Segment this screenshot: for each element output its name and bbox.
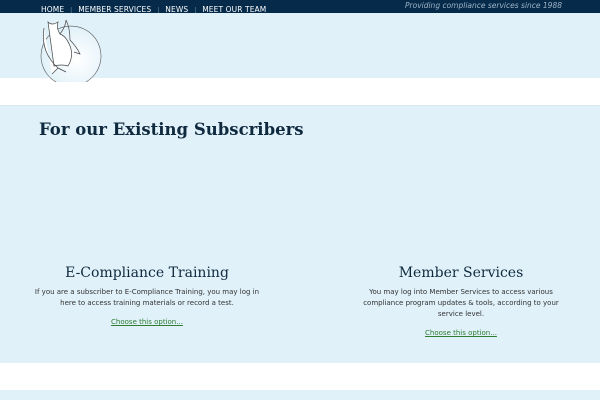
option-description: If you are a subscriber to E-Compliance … <box>34 288 260 307</box>
choose-option-link[interactable]: Choose this option... <box>425 329 497 337</box>
option-e-compliance-training: E-Compliance Training If you are a subsc… <box>32 265 262 328</box>
main-content: For our Existing Subscribers E-Complianc… <box>0 105 600 363</box>
tagline: Providing compliance services since 1988 <box>405 1 562 10</box>
option-title: Member Services <box>398 265 524 281</box>
option-member-services: Member Services You may log into Member … <box>346 265 576 339</box>
option-title: E-Compliance Training <box>65 265 229 281</box>
choose-option-link[interactable]: Choose this option... <box>111 318 183 326</box>
page-title: For our Existing Subscribers <box>39 120 304 139</box>
top-nav-bar: HOME | MEMBER SERVICES | NEWS | MEET OUR TEAM … <box>0 0 600 14</box>
option-description: You may log into Member Services to acce… <box>363 288 559 318</box>
eagle-logo-icon[interactable] <box>36 16 102 82</box>
header <box>0 13 600 82</box>
footer-strip <box>0 390 600 400</box>
white-band <box>0 78 600 105</box>
footer-band <box>0 363 600 390</box>
